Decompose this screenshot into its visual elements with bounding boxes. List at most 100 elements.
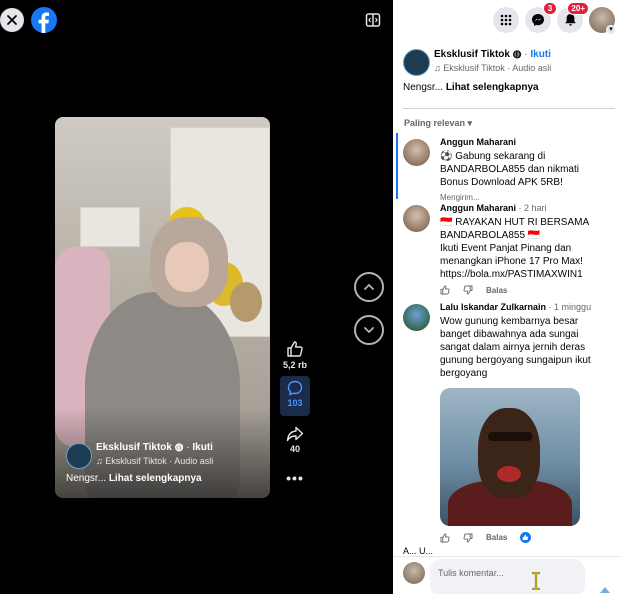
text-cursor-icon bbox=[532, 572, 540, 590]
comment-item: Anggun Maharani · 2 hari 🇮🇩 RAYAKAN HUT … bbox=[403, 203, 613, 295]
comment-status: Mengirim... bbox=[440, 193, 610, 202]
previous-reel-button[interactable] bbox=[354, 272, 384, 302]
gif-glasses bbox=[488, 432, 532, 441]
reel-author-line[interactable]: Eksklusif Tiktok ◍ · Ikuti bbox=[96, 442, 213, 453]
reel-viewer: Eksklusif Tiktok ◍ · Ikuti ♫ Eksklusif T… bbox=[0, 0, 393, 594]
like-outline-icon[interactable] bbox=[440, 533, 450, 543]
commenter-name-text[interactable]: Anggun Maharani bbox=[440, 137, 516, 147]
sort-dropdown[interactable]: Paling relevan ▾ bbox=[404, 118, 472, 129]
like-count: 5,2 rb bbox=[282, 360, 307, 370]
reel-caption: Nengsr... Lihat selengkapnya bbox=[66, 473, 202, 484]
post-author-avatar[interactable] bbox=[403, 49, 430, 76]
comment-body: Anggun Maharani ⚽ Gabung sekarang di BAN… bbox=[440, 137, 610, 202]
commenter-avatar[interactable] bbox=[403, 304, 430, 331]
comment-bubble-icon bbox=[287, 380, 303, 396]
reel-audio-label[interactable]: Eksklusif Tiktok · Audio asli bbox=[105, 456, 213, 466]
caret-down-icon: ▾ bbox=[467, 118, 473, 128]
comment-count: 103 bbox=[287, 398, 303, 408]
reel-author-name[interactable]: Eksklusif Tiktok bbox=[96, 442, 172, 453]
more-options-button[interactable]: ••• bbox=[285, 470, 305, 486]
like-reaction-icon bbox=[520, 532, 532, 543]
notifications-badge: 20+ bbox=[567, 2, 589, 15]
comment-composer: Tulis komentar... bbox=[393, 556, 621, 594]
comment-actions: Balas bbox=[440, 285, 610, 295]
comment-input-placeholder[interactable]: Tulis komentar... bbox=[438, 568, 504, 578]
comment-text: 🇮🇩 RAYAKAN HUT RI BERSAMA BANDARBOLA855 … bbox=[440, 217, 589, 241]
post-author-line: Eksklusif Tiktok ◍ · Ikuti bbox=[434, 49, 551, 60]
comment-input[interactable]: Tulis komentar... bbox=[430, 559, 585, 594]
music-note-icon: ♫ bbox=[434, 63, 441, 73]
like-button[interactable]: 5,2 rb bbox=[280, 340, 310, 370]
display-shelf bbox=[80, 207, 140, 247]
comment-button[interactable]: 103 bbox=[280, 376, 310, 416]
messenger-icon bbox=[532, 14, 544, 26]
commenter-name-text[interactable]: Anggun Maharani bbox=[440, 203, 516, 213]
comments-panel: 3 20+ ▾ Eksklusif Tiktok ◍ · Ikuti ♫ Eks… bbox=[393, 0, 621, 594]
comment-text: ⚽ Gabung sekarang di BANDARBOLA855 dan n… bbox=[440, 151, 579, 188]
post-follow-link[interactable]: Ikuti bbox=[530, 49, 551, 60]
sort-label[interactable]: Paling relevan bbox=[404, 118, 465, 128]
reel-author-avatar[interactable] bbox=[66, 443, 92, 469]
commenter-avatar[interactable] bbox=[403, 205, 430, 232]
composer-avatar[interactable] bbox=[403, 562, 425, 584]
partial-comment: A... U... bbox=[403, 546, 433, 556]
thumbs-up-icon bbox=[287, 341, 303, 357]
reel-audio[interactable]: ♫ Eksklusif Tiktok · Audio asli bbox=[96, 456, 213, 466]
comment-time[interactable]: · 1 minggu bbox=[549, 302, 592, 312]
facebook-logo-icon[interactable] bbox=[31, 7, 57, 33]
like-outline-icon[interactable] bbox=[440, 285, 450, 295]
messenger-button[interactable]: 3 bbox=[525, 2, 557, 33]
comment-item: Anggun Maharani ⚽ Gabung sekarang di BAN… bbox=[403, 137, 613, 202]
next-reel-button[interactable] bbox=[354, 315, 384, 345]
music-note-icon: ♫ bbox=[96, 456, 103, 466]
notifications-button[interactable]: 20+ bbox=[557, 2, 589, 33]
post-audio[interactable]: ♫ Eksklusif Tiktok · Audio asli bbox=[434, 63, 551, 73]
commenter-name[interactable]: Anggun Maharani bbox=[440, 137, 610, 147]
gif-face bbox=[478, 408, 540, 498]
post-see-more-link[interactable]: Lihat selengkapnya bbox=[446, 82, 539, 93]
reel-caption-text: Nengsr... bbox=[66, 473, 107, 484]
chevron-down-icon bbox=[364, 327, 374, 334]
comment-time[interactable]: · 2 hari bbox=[519, 203, 547, 213]
comment-actions: Balas bbox=[440, 532, 610, 543]
account-caret-icon[interactable]: ▾ bbox=[606, 25, 616, 35]
sending-status: Mengirim... bbox=[440, 193, 480, 202]
bell-icon bbox=[564, 14, 576, 26]
share-arrow-icon bbox=[286, 426, 304, 442]
reel-follow-link[interactable]: Ikuti bbox=[192, 442, 213, 453]
collapse-panel-button[interactable] bbox=[363, 10, 383, 30]
globe-icon: ◍ bbox=[174, 442, 184, 453]
separator: · bbox=[186, 442, 190, 453]
grid-menu-icon bbox=[500, 14, 512, 26]
share-count: 40 bbox=[289, 444, 300, 454]
reply-link[interactable]: Balas bbox=[486, 533, 507, 542]
comment-text: Wow gunung kembarnya besar banget dibawa… bbox=[440, 316, 591, 379]
comment-gif-image[interactable] bbox=[440, 388, 580, 526]
top-bar: 3 20+ ▾ bbox=[393, 0, 621, 40]
divider bbox=[403, 108, 615, 109]
send-icon[interactable] bbox=[599, 586, 611, 594]
post-caption-text: Nengsr... bbox=[403, 82, 444, 93]
toy-figure bbox=[230, 282, 262, 322]
commenter-name[interactable]: Anggun Maharani · 2 hari bbox=[440, 203, 610, 213]
reply-link[interactable]: Balas bbox=[486, 286, 507, 295]
reel-video[interactable]: Eksklusif Tiktok ◍ · Ikuti ♫ Eksklusif T… bbox=[55, 117, 270, 498]
commenter-avatar[interactable] bbox=[403, 139, 430, 166]
close-button[interactable] bbox=[0, 8, 24, 32]
comment-item: Lalu Iskandar Zulkarnain · 1 minggu Wow … bbox=[403, 302, 613, 547]
dislike-outline-icon[interactable] bbox=[463, 533, 473, 543]
person-face bbox=[165, 242, 209, 292]
dislike-outline-icon[interactable] bbox=[463, 285, 473, 295]
reel-see-more-link[interactable]: Lihat selengkapnya bbox=[109, 473, 202, 484]
comment-text-continued: Ikuti Event Panjat Pinang dan menangkan … bbox=[440, 243, 583, 280]
commenter-name-text[interactable]: Lalu Iskandar Zulkarnain bbox=[440, 302, 546, 312]
post-audio-label[interactable]: Eksklusif Tiktok · Audio asli bbox=[443, 63, 551, 73]
commenter-name[interactable]: Lalu Iskandar Zulkarnain · 1 minggu bbox=[440, 302, 610, 312]
comment-body: Anggun Maharani · 2 hari 🇮🇩 RAYAKAN HUT … bbox=[440, 203, 610, 295]
share-button[interactable]: 40 bbox=[280, 426, 310, 454]
separator: · bbox=[524, 49, 528, 60]
post-caption: Nengsr... Lihat selengkapnya bbox=[403, 82, 539, 93]
messenger-badge: 3 bbox=[543, 2, 557, 15]
post-author-name[interactable]: Eksklusif Tiktok bbox=[434, 49, 510, 60]
menu-button[interactable] bbox=[493, 7, 519, 33]
